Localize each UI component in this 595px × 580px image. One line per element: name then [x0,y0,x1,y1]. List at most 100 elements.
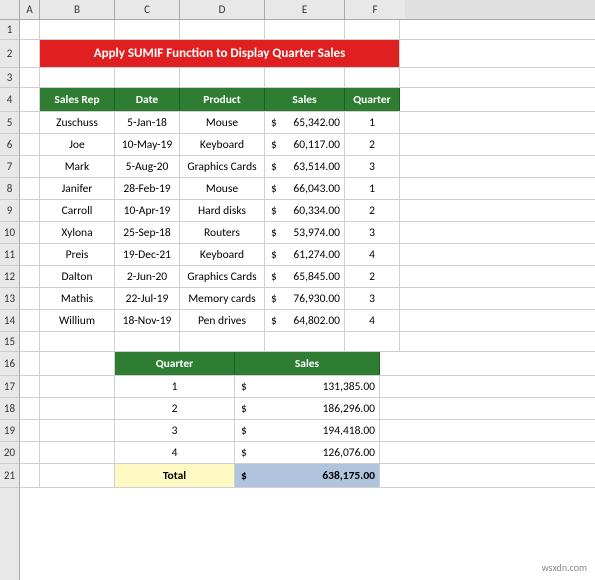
cell-a19 [20,420,40,441]
cell-a20 [20,442,40,463]
row-label-16: 16 [0,352,19,376]
row-label-3: 3 [0,68,19,88]
sum-sales-cell-17: $131,385.00 [235,376,380,397]
row-3 [20,68,595,88]
data-quarter-7: 3 [345,156,400,177]
grid-body: 123456789101112131415161718192021 Apply … [0,20,595,580]
data-date-8: 28-Feb-19 [115,178,180,199]
data-quarter-9: 2 [345,200,400,221]
sum-data-spacer-18 [40,398,115,419]
data-sales-14: $64,802.00 [265,310,345,331]
sum-data-spacer-20 [40,442,115,463]
dollar-sign: $ [271,204,277,218]
empty-cell [345,68,400,87]
empty-cell [115,20,180,39]
data-rep-11: Preis [40,244,115,265]
row-label-10: 10 [0,222,19,244]
row-label-2: 2 [0,40,19,68]
empty-cell [115,332,180,351]
data-product-7: Graphics Cards [180,156,265,177]
dollar-sign: $ [271,182,277,196]
data-date-7: 5-Aug-20 [115,156,180,177]
data-product-8: Mouse [180,178,265,199]
col-header-d: D [180,0,265,19]
empty-cell [115,68,180,87]
sum-header-quarter: Quarter [115,352,235,375]
sales-amount: 76,930.00 [293,292,340,306]
row-label-20: 20 [0,442,19,464]
watermark: wsxdn.com [542,561,587,574]
row-14: Willium18-Nov-19Pen drives$64,802.004 [20,310,595,332]
data-rep-6: Joe [40,134,115,155]
data-sales-12: $65,845.00 [265,266,345,287]
row-6: Joe10-May-19Keyboard$60,117.002 [20,134,595,156]
row-18: 2$186,296.00 [20,398,595,420]
row-16: QuarterSales [20,352,595,376]
sum-data-spacer-17 [40,376,115,397]
dollar-sign: $ [271,226,277,240]
row-21: Total$638,175.00 [20,464,595,488]
empty-cell [40,20,115,39]
row-19: 3$194,418.00 [20,420,595,442]
cell-a17 [20,376,40,397]
header-quarter: Quarter [345,88,400,111]
sales-amount: 60,334.00 [293,204,340,218]
data-quarter-10: 3 [345,222,400,243]
col-header-a: A [20,0,40,19]
cell-a9 [20,200,40,221]
data-rep-14: Willium [40,310,115,331]
data-date-5: 5-Jan-18 [115,112,180,133]
row-12: Dalton2-Jun-20Graphics Cards$65,845.002 [20,266,595,288]
data-date-9: 10-Apr-19 [115,200,180,221]
cell-a8 [20,178,40,199]
data-quarter-11: 4 [345,244,400,265]
row-4: Sales RepDateProductSalesQuarter [20,88,595,112]
empty-cell [180,20,265,39]
data-product-5: Mouse [180,112,265,133]
sales-amount: 65,342.00 [293,116,340,130]
sum-dollar: $ [241,424,247,438]
data-rep-9: Carroll [40,200,115,221]
sales-amount: 64,802.00 [293,314,340,328]
empty-cell [265,68,345,87]
sum-quarter-val-20: 4 [115,442,235,463]
data-sales-6: $60,117.00 [265,134,345,155]
sum-quarter-val-17: 1 [115,376,235,397]
col-header-c: C [115,0,180,19]
empty-cell [345,20,400,39]
header-product: Product [180,88,265,111]
data-quarter-6: 2 [345,134,400,155]
data-quarter-14: 4 [345,310,400,331]
sum-sales-cell-19: $194,418.00 [235,420,380,441]
row-1 [20,20,595,40]
data-rep-8: Janifer [40,178,115,199]
data-sales-11: $61,274.00 [265,244,345,265]
data-date-10: 25-Sep-18 [115,222,180,243]
row-label-15: 15 [0,332,19,352]
sum-dollar: $ [241,446,247,460]
data-product-11: Keyboard [180,244,265,265]
total-value-cell: $638,175.00 [235,464,380,487]
empty-cell [265,332,345,351]
data-sales-10: $53,974.00 [265,222,345,243]
dollar-sign: $ [271,248,277,262]
sum-sales-cell-18: $186,296.00 [235,398,380,419]
data-rep-5: Zuschuss [40,112,115,133]
cell-a18 [20,398,40,419]
cell-a2 [20,40,40,67]
data-date-6: 10-May-19 [115,134,180,155]
data-date-11: 19-Dec-21 [115,244,180,265]
total-label-cell: Total [115,464,235,487]
data-sales-7: $63,514.00 [265,156,345,177]
cell-a4 [20,88,40,111]
row-label-6: 6 [0,134,19,156]
header-date: Date [115,88,180,111]
sum-amount: 131,385.00 [323,380,375,394]
row-20: 4$126,076.00 [20,442,595,464]
cell-a13 [20,288,40,309]
grid-content: Apply SUMIF Function to Display Quarter … [20,20,595,580]
empty-cell [265,20,345,39]
row-13: Mathis22-Jul-19Memory cards$76,930.003 [20,288,595,310]
header-sales-rep: Sales Rep [40,88,115,111]
data-quarter-5: 1 [345,112,400,133]
